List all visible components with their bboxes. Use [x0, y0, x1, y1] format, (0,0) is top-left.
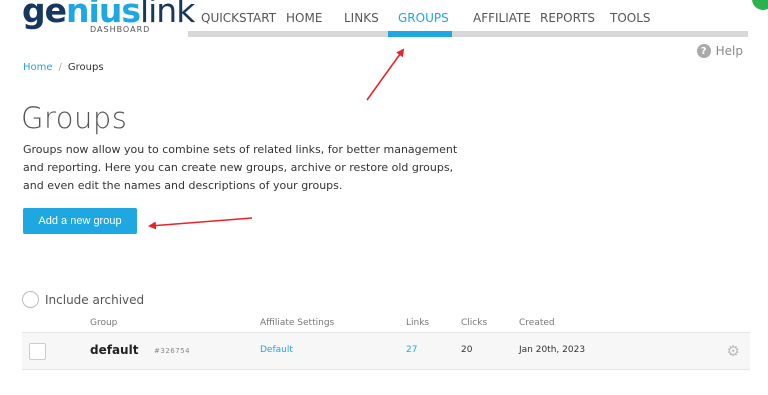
add-new-group-button[interactable]: Add a new group	[23, 208, 137, 234]
status-indicator	[752, 0, 768, 10]
row-checkbox[interactable]	[29, 343, 46, 360]
nav-links[interactable]: LINKS	[344, 11, 379, 25]
include-archived-radio[interactable]	[22, 291, 39, 308]
help-label: Help	[715, 44, 743, 58]
group-id: #326754	[154, 347, 191, 355]
help-link[interactable]: ? Help	[696, 44, 743, 58]
page: geniuslink DASHBOARD QUICKSTART HOME LIN…	[0, 0, 768, 395]
nav-reports[interactable]: REPORTS	[540, 11, 595, 25]
nav-tools[interactable]: TOOLS	[610, 11, 651, 25]
nav-home[interactable]: HOME	[286, 11, 322, 25]
breadcrumb-home[interactable]: Home	[23, 62, 53, 73]
question-icon: ?	[696, 44, 711, 58]
arrow-to-groups-tab	[366, 48, 405, 101]
gear-icon[interactable]: ⚙	[727, 342, 740, 360]
header-links: Links	[406, 318, 430, 328]
header-group: Group	[90, 318, 118, 328]
genius-link-logo[interactable]: geniuslink DASHBOARD	[22, 0, 195, 36]
page-description: Groups now allow you to combine sets of …	[23, 143, 458, 192]
page-title: Groups	[21, 101, 128, 135]
table-header: Group Affiliate Settings Links Clicks Cr…	[0, 318, 750, 332]
links-count-link[interactable]: 27	[406, 345, 417, 355]
main-nav: QUICKSTART HOME LINKS GROUPS AFFILIATE R…	[188, 0, 748, 39]
logo-wordmark: geniuslink	[22, 0, 195, 30]
header-clicks: Clicks	[461, 318, 488, 328]
include-archived-toggle[interactable]: Include archived	[22, 291, 144, 308]
clicks-count: 20	[461, 345, 473, 355]
table-row[interactable]: default #326754 Default 27 20 Jan 20th, …	[22, 332, 750, 370]
nav-affiliate[interactable]: AFFILIATE	[473, 11, 531, 25]
logo-subtitle: DASHBOARD	[90, 25, 151, 34]
arrow-to-add-button	[148, 217, 253, 230]
breadcrumb-separator: /	[58, 62, 62, 73]
include-archived-label: Include archived	[45, 292, 145, 307]
created-date: Jan 20th, 2023	[519, 345, 586, 355]
breadcrumb: Home / Groups	[23, 62, 104, 73]
breadcrumb-current: Groups	[67, 62, 104, 73]
header-affiliate-settings: Affiliate Settings	[260, 318, 335, 328]
affiliate-settings-link[interactable]: Default	[260, 345, 293, 355]
nav-bar	[188, 31, 748, 37]
active-tab-indicator	[388, 31, 452, 37]
header-created: Created	[519, 318, 555, 328]
group-name[interactable]: default	[90, 343, 138, 357]
nav-quickstart[interactable]: QUICKSTART	[201, 11, 276, 25]
nav-groups[interactable]: GROUPS	[398, 11, 449, 25]
